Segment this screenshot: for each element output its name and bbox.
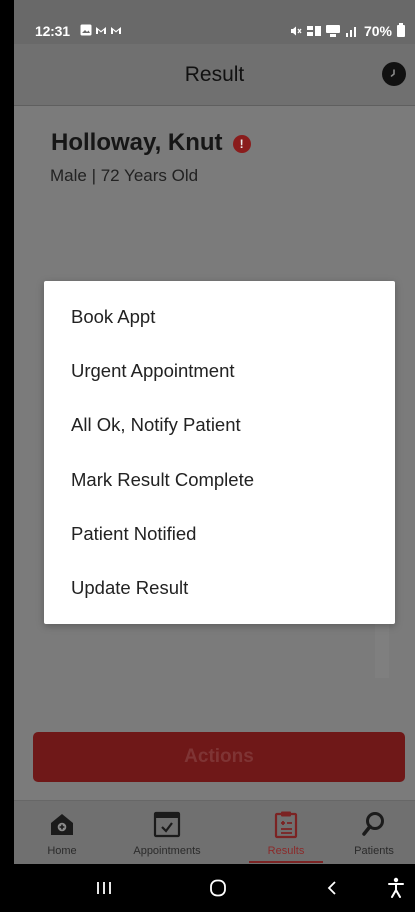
signal-icon	[345, 27, 356, 37]
patient-header: Holloway, Knut !	[51, 128, 251, 158]
nav-label-home: Home	[47, 845, 77, 857]
status-system-icons: 70%	[290, 22, 405, 40]
patient-demographics: Male | 72 Years Old	[50, 166, 199, 185]
menu-item-update-result[interactable]: Update Result	[44, 561, 395, 615]
volte-icon	[306, 26, 321, 36]
page-title: Result	[184, 63, 245, 86]
menu-item-book-appt[interactable]: Book Appt	[44, 290, 395, 344]
nav-item-appointments[interactable]: Appointments	[121, 801, 213, 865]
nav-label-patients: Patients	[354, 845, 394, 857]
status-time: 12:31	[35, 23, 70, 39]
obscured-card-edge	[375, 624, 389, 678]
alert-icon[interactable]: !	[232, 135, 251, 153]
accessibility-icon[interactable]	[382, 876, 410, 900]
nav-label-results: Results	[267, 845, 305, 857]
gmail-icon	[96, 27, 106, 34]
mute-icon	[290, 26, 302, 36]
gallery-icon	[80, 24, 92, 36]
menu-item-all-ok-notify[interactable]: All Ok, Notify Patient	[44, 398, 395, 452]
nav-label-appointments: Appointments	[133, 845, 201, 857]
actions-button-label: Actions	[184, 746, 254, 767]
phone-screen: 12:31 70% Result Holloway, Knut ! Male |…	[14, 0, 415, 912]
menu-item-urgent-appointment[interactable]: Urgent Appointment	[44, 344, 395, 398]
home-icon	[51, 814, 73, 835]
battery-icon	[397, 23, 405, 37]
nav-item-results[interactable]: Results	[246, 801, 326, 865]
history-icon[interactable]	[382, 62, 406, 86]
menu-item-mark-complete[interactable]: Mark Result Complete	[44, 453, 395, 507]
nav-item-patients[interactable]: Patients	[344, 801, 404, 865]
recent-apps-icon[interactable]	[90, 876, 118, 900]
system-nav-bar	[14, 864, 415, 912]
search-icon	[362, 812, 384, 836]
calendar-icon	[153, 811, 181, 838]
notification-icons	[80, 24, 122, 36]
clipboard-icon	[274, 811, 298, 839]
patient-name: Holloway, Knut	[51, 129, 223, 156]
actions-button[interactable]: Actions	[33, 732, 405, 782]
home-button-icon[interactable]	[204, 876, 232, 900]
menu-item-patient-notified[interactable]: Patient Notified	[44, 507, 395, 561]
actions-menu: Book Appt Urgent Appointment All Ok, Not…	[44, 281, 395, 624]
active-tab-indicator	[249, 861, 323, 863]
back-icon[interactable]	[318, 876, 346, 900]
bottom-nav: Home Appointments Results Patients	[14, 800, 415, 864]
app-bar: Result	[14, 44, 415, 106]
status-bar: 12:31 70%	[14, 0, 415, 44]
5g-icon	[325, 25, 340, 37]
nav-item-home[interactable]: Home	[32, 801, 92, 865]
gmail-icon	[111, 27, 121, 34]
battery-percent: 70%	[363, 23, 392, 39]
